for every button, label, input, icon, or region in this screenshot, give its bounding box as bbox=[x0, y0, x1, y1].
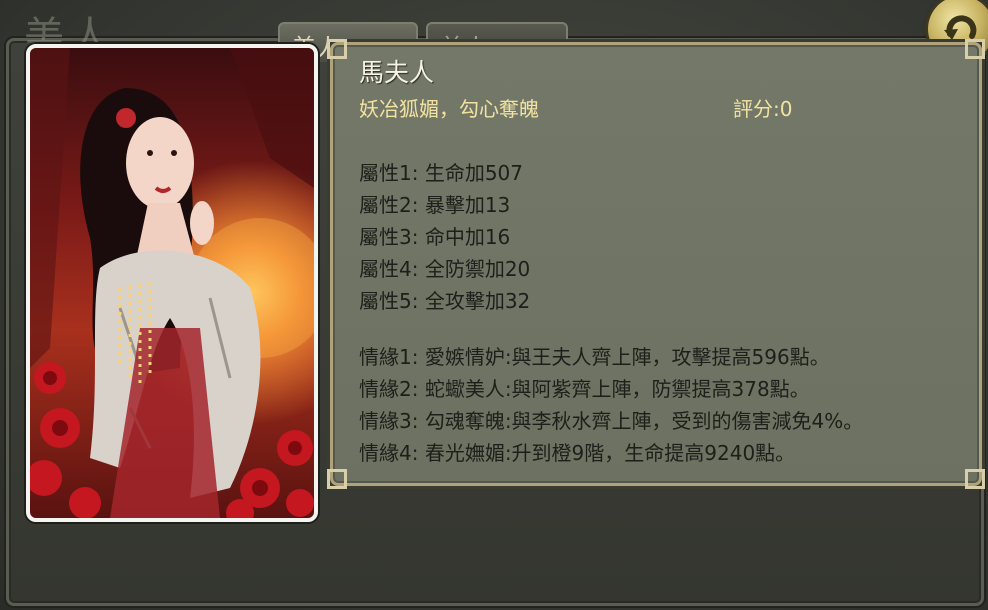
character-portrait[interactable] bbox=[26, 44, 318, 522]
beauty-illustration bbox=[30, 48, 314, 518]
character-name: 馬夫人 bbox=[359, 58, 435, 87]
bond-item: 情緣3: 勾魂奪魄:與李秋水齊上陣，受到的傷害減免4%。 bbox=[359, 409, 864, 433]
attribute-item: 屬性3: 命中加16 bbox=[359, 225, 511, 249]
bond-item: 情緣4: 春光嫵媚:升到橙9階，生命提高9240點。 bbox=[359, 441, 796, 465]
bond-item: 情緣1: 愛嫉情妒:與王夫人齊上陣，攻擊提高596點。 bbox=[359, 345, 830, 369]
game-screen: 美人 美人 美人 bbox=[0, 0, 988, 610]
bond-list: 情緣1: 愛嫉情妒:與王夫人齊上陣，攻擊提高596點。 情緣2: 蛇蠍美人:與阿… bbox=[359, 341, 863, 469]
attribute-item: 屬性2: 暴擊加13 bbox=[359, 193, 511, 217]
character-score: 評分:0 bbox=[733, 97, 793, 121]
attribute-item: 屬性1: 生命加507 bbox=[359, 161, 523, 185]
character-info-panel: 馬夫人 妖冶狐媚，勾心奪魄 評分:0 屬性1: 生命加507 屬性2: 暴擊加1… bbox=[327, 39, 985, 489]
attribute-item: 屬性4: 全防禦加20 bbox=[359, 257, 531, 281]
attribute-item: 屬性5: 全攻擊加32 bbox=[359, 289, 531, 313]
bond-item: 情緣2: 蛇蠍美人:與阿紫齊上陣，防禦提高378點。 bbox=[359, 377, 810, 401]
attribute-list: 屬性1: 生命加507 屬性2: 暴擊加13 屬性3: 命中加16 屬性4: 全… bbox=[359, 157, 530, 317]
character-tagline: 妖冶狐媚，勾心奪魄 bbox=[359, 97, 539, 121]
